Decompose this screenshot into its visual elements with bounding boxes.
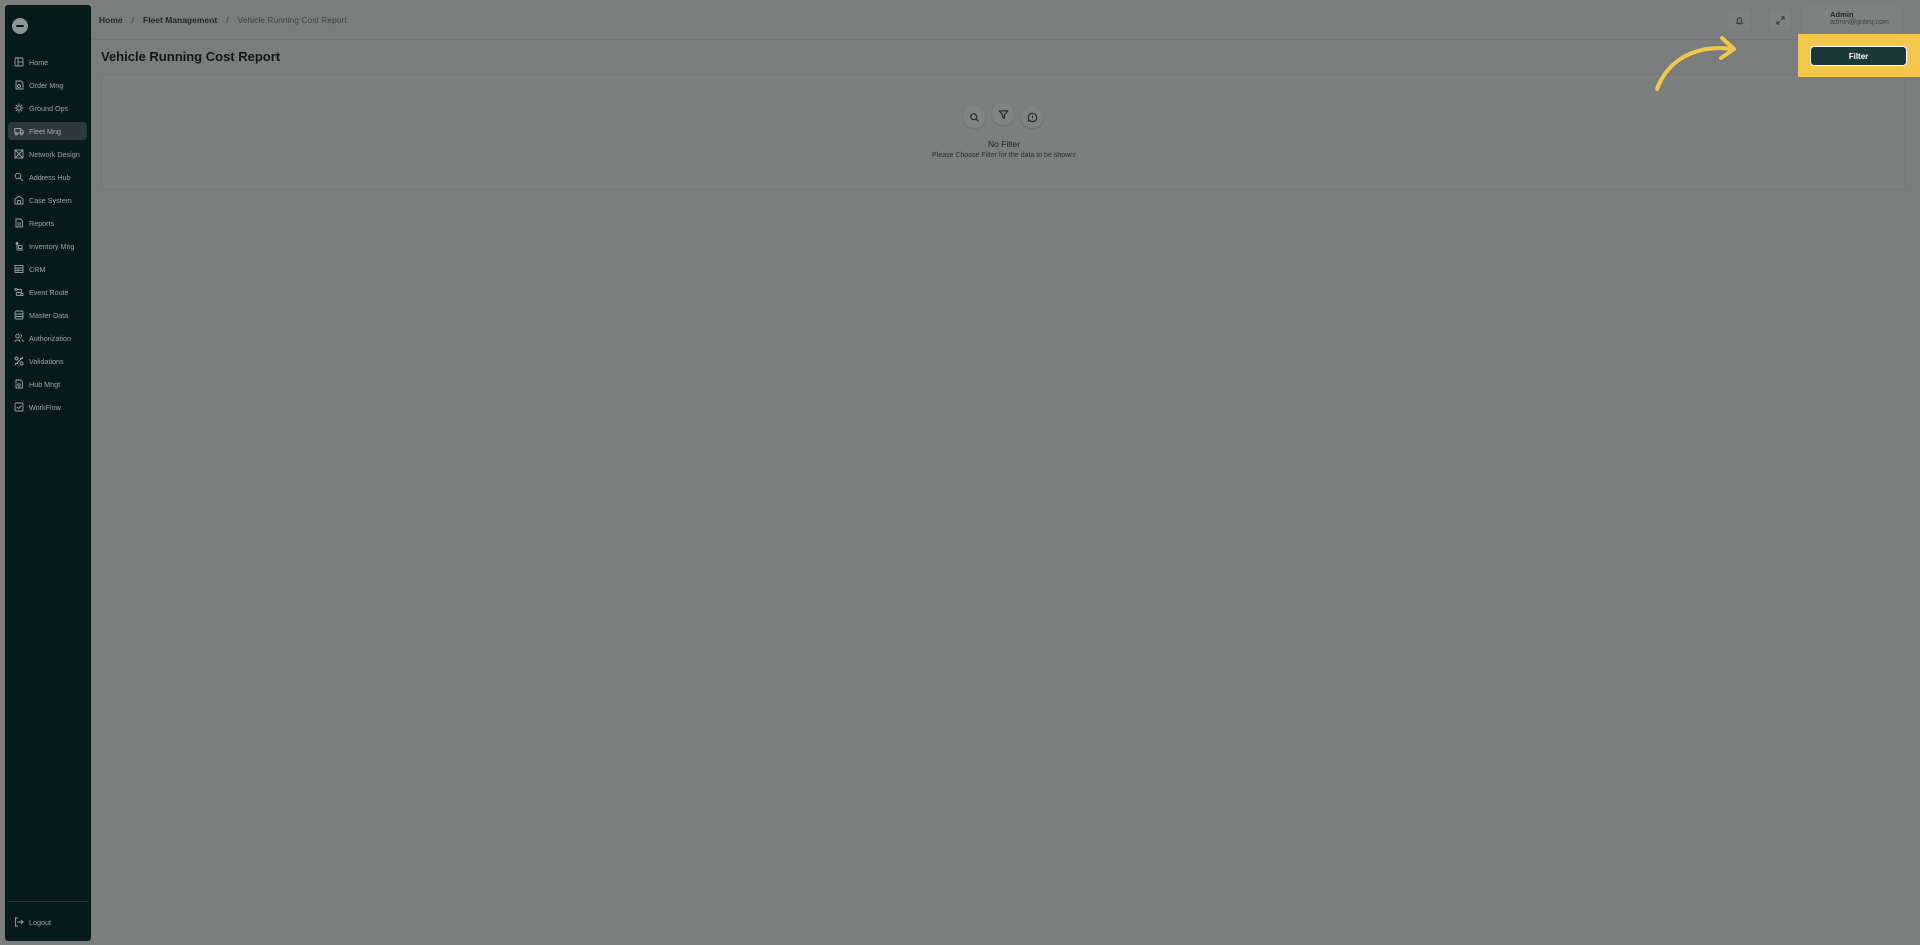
sidebar-item-ground-ops[interactable]: Ground Ops: [8, 99, 87, 117]
crm-icon: [14, 264, 24, 274]
inventory-icon: [14, 241, 24, 251]
database-icon: [14, 310, 24, 320]
breadcrumb-home[interactable]: Home: [99, 15, 123, 25]
sidebar-item-label: Home: [29, 57, 49, 67]
filter-icon: [997, 109, 1009, 119]
sidebar-item-label: Ground Ops: [29, 103, 69, 113]
annotation-arrow: [1655, 36, 1736, 91]
user-email: admin@gnteq.com: [1830, 19, 1889, 26]
sidebar-item-event-route[interactable]: Event Route: [8, 283, 87, 301]
page-title: Vehicle Running Cost Report: [101, 49, 281, 64]
user-name: Admin: [1830, 10, 1854, 19]
truck-icon: [14, 126, 24, 136]
sidebar-item-label: Hub Mngt: [29, 379, 61, 389]
breadcrumb-separator: /: [131, 15, 134, 25]
empty-state-subtitle: Please Choose Filter for the data to be …: [932, 152, 1076, 159]
sidebar-item-validations[interactable]: Validations: [8, 352, 87, 370]
users-icon: [14, 333, 24, 343]
sidebar-item-inventory-mng[interactable]: Inventory Mng: [8, 237, 87, 255]
sidebar-item-order-mng[interactable]: Order Mng: [8, 76, 87, 94]
validation-icon: [14, 356, 24, 366]
sidebar-nav: Home Order Mng Ground Ops Fleet Mng Netw…: [8, 53, 87, 421]
sidebar-item-case-system[interactable]: Case System: [8, 191, 87, 209]
sidebar-item-label: Fleet Mng: [29, 126, 61, 136]
order-icon: [14, 80, 24, 90]
layout-icon: [14, 57, 24, 67]
sidebar-item-workflow[interactable]: WorkFlow: [8, 398, 87, 416]
route-icon: [14, 287, 24, 297]
sidebar-item-label: Order Mng: [29, 80, 64, 90]
breadcrumb: Home / Fleet Management / Vehicle Runnin…: [99, 15, 347, 25]
sidebar-item-label: CRM: [29, 264, 46, 274]
sidebar-item-label: Master Data: [29, 310, 69, 320]
empty-state-title: No Filter: [987, 139, 1021, 149]
empty-state-info-badge: [1021, 106, 1043, 128]
empty-state-search-badge: [963, 106, 985, 128]
top-header: Home / Fleet Management / Vehicle Runnin…: [91, 0, 1920, 40]
sidebar-item-label: Validations: [29, 356, 64, 366]
fullscreen-button[interactable]: [1769, 9, 1791, 31]
filter-button[interactable]: Filter: [1810, 46, 1907, 66]
sidebar-divider: [8, 901, 88, 902]
logout-icon: [14, 917, 24, 927]
sidebar-item-label: Network Design: [29, 149, 80, 159]
sidebar-item-label: Reports: [29, 218, 55, 228]
sidebar-item-home[interactable]: Home: [8, 53, 87, 71]
sidebar-item-address-hub[interactable]: Address Hub: [8, 168, 87, 186]
sidebar-item-label: Authorization: [29, 333, 71, 343]
sidebar-item-reports[interactable]: Reports: [8, 214, 87, 232]
sidebar-item-label: Case System: [29, 195, 72, 205]
logout-label: Logout: [29, 917, 51, 927]
report-content-card: [101, 74, 1905, 190]
breadcrumb-current: Vehicle Running Cost Report: [237, 15, 347, 25]
sidebar-item-hub-mngt[interactable]: Hub Mngt: [8, 375, 87, 393]
workflow-icon: [14, 402, 24, 412]
breadcrumb-fleet-management[interactable]: Fleet Management: [143, 15, 217, 25]
info-chat-icon: [1027, 112, 1037, 122]
expand-icon: [1775, 15, 1785, 25]
breadcrumb-separator: /: [226, 15, 229, 25]
sidebar-item-label: WorkFlow: [29, 402, 61, 412]
sidebar-item-label: Event Route: [29, 287, 69, 297]
user-profile[interactable]: Admin admin@gnteq.com: [1802, 7, 1902, 33]
sidebar-item-network-design[interactable]: Network Design: [8, 145, 87, 163]
empty-state-filter-badge: [992, 103, 1014, 125]
sidebar: Home Order Mng Ground Ops Fleet Mng Netw…: [5, 5, 91, 941]
sidebar-item-label: Inventory Mng: [29, 241, 75, 251]
sidebar-item-authorization[interactable]: Authorization: [8, 329, 87, 347]
bell-icon: [1735, 16, 1743, 25]
case-icon: [14, 195, 24, 205]
sidebar-item-crm[interactable]: CRM: [8, 260, 87, 278]
report-icon: [14, 218, 24, 228]
notification-button[interactable]: [1728, 9, 1750, 31]
hub-icon: [14, 379, 24, 389]
sidebar-item-label: Address Hub: [29, 172, 71, 182]
ground-ops-icon: [14, 103, 24, 113]
address-icon: [14, 172, 24, 182]
sidebar-item-fleet-mng[interactable]: Fleet Mng: [8, 122, 87, 140]
app-logo[interactable]: [12, 18, 28, 34]
sidebar-item-master-data[interactable]: Master Data: [8, 306, 87, 324]
network-icon: [14, 149, 24, 159]
search-icon: [969, 112, 979, 122]
logout-button[interactable]: Logout: [14, 917, 51, 927]
